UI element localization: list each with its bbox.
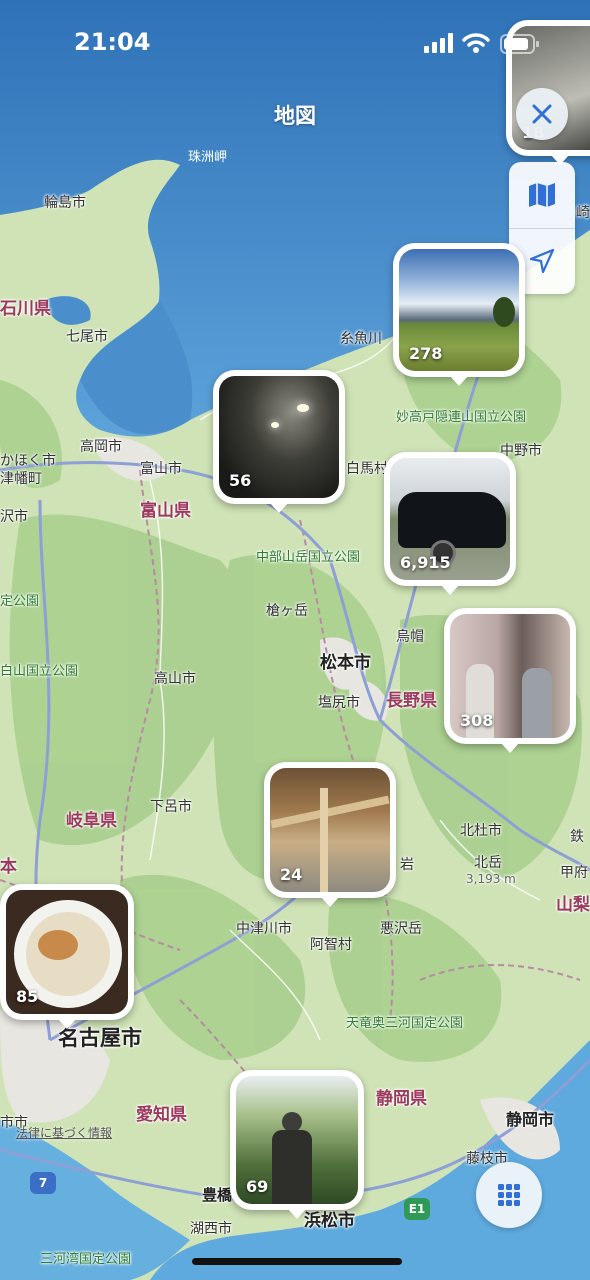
label-karasu: 烏帽	[396, 629, 424, 645]
label-achi: 阿智村	[310, 937, 352, 953]
label-kahoku: かほく市	[0, 453, 56, 469]
label-park-left: 定公園	[0, 594, 40, 609]
legal-info-link[interactable]: 法律に基づく情報	[16, 1124, 112, 1141]
label-hakuba: 白馬村	[346, 461, 388, 477]
photo-count: 85	[16, 987, 39, 1006]
label-matsumoto: 松本市	[320, 653, 371, 673]
label-aichi-pref: 愛知県	[136, 1105, 187, 1125]
label-kitadake-elev: 3,193 m	[466, 872, 516, 886]
photo-pin-24[interactable]: 24	[264, 762, 396, 907]
photo-pin-85[interactable]: 85	[0, 884, 134, 1029]
label-gifu-pref: 岐阜県	[66, 811, 117, 831]
label-ishikawa: 石川県	[0, 299, 51, 319]
label-saki: 崎	[576, 205, 590, 221]
label-hakusan-park: 白山国立公園	[0, 664, 79, 679]
page-title: 地図	[274, 104, 316, 128]
label-tsubata: 津幡町	[0, 471, 42, 487]
label-kyo: 鉄	[570, 829, 584, 845]
label-yarigatake: 槍ヶ岳	[266, 603, 308, 619]
location-arrow-icon	[529, 248, 555, 274]
home-indicator[interactable]	[192, 1258, 402, 1265]
photo-count: 6,915	[400, 553, 451, 572]
grid-view-button[interactable]	[476, 1162, 542, 1228]
photo-pin-6915[interactable]: 6,915	[384, 452, 516, 595]
photo-count: 69	[246, 1177, 269, 1196]
map-type-button[interactable]	[509, 162, 575, 228]
label-yamanashi: 山梨	[556, 895, 590, 915]
battery-icon	[500, 34, 539, 54]
cellular-signal-icon	[424, 33, 453, 53]
label-myoko-park: 妙高戸隠連山国立公園	[396, 410, 527, 425]
label-toyama-pref: 富山県	[140, 501, 191, 521]
label-wajima: 輪島市	[44, 195, 86, 211]
label-takaoka: 高岡市	[80, 439, 122, 455]
e1-shield: E1	[404, 1198, 430, 1220]
label-nanao: 七尾市	[66, 329, 108, 345]
photo-count: 56	[229, 471, 252, 490]
label-tenryu-park: 天竜奥三河国定公園	[346, 1016, 464, 1031]
label-hokuto: 北杜市	[460, 823, 502, 839]
label-warusawa: 悪沢岳	[380, 921, 422, 937]
label-shizuoka-pref: 静岡県	[376, 1089, 427, 1109]
photo-count: 24	[280, 865, 303, 884]
label-nagano-pref: 長野県	[386, 691, 437, 711]
photo-pin-56[interactable]: 56	[213, 370, 345, 513]
status-bar: 21:04	[0, 0, 590, 88]
close-button[interactable]	[516, 88, 568, 140]
label-kosai: 湖西市	[190, 1221, 232, 1237]
map-icon	[529, 183, 555, 207]
label-iwa: 岩	[400, 857, 414, 873]
label-gero: 下呂市	[150, 799, 192, 815]
label-toyama: 富山市	[140, 461, 182, 477]
label-ken-left: 本	[0, 857, 17, 877]
label-shizuoka: 静岡市	[506, 1110, 555, 1129]
label-kanazawa: 沢市	[0, 509, 28, 525]
label-toyohashi: 豊橋	[202, 1186, 233, 1204]
label-chubu-park: 中部山岳国立公園	[256, 550, 361, 565]
label-shiojiri: 塩尻市	[318, 695, 360, 711]
wifi-icon	[462, 33, 490, 53]
photo-pin-278[interactable]: 278	[393, 243, 525, 386]
close-icon	[532, 104, 552, 124]
route-7-shield: 7	[30, 1172, 56, 1194]
photo-count: 278	[409, 344, 443, 363]
photo-pin-308[interactable]: 308	[444, 608, 576, 753]
label-kofu: 甲府	[560, 865, 588, 881]
label-takayama: 高山市	[154, 671, 196, 687]
label-itoigawa: 糸魚川	[340, 331, 382, 347]
label-kitadake: 北岳	[474, 855, 502, 871]
grid-icon	[498, 1184, 520, 1206]
status-time: 21:04	[74, 28, 151, 56]
label-nakatsugawa: 中津川市	[236, 921, 292, 937]
label-suzumisaki: 珠洲岬	[188, 150, 228, 165]
label-mikawa-park: 三河湾国定公園	[40, 1252, 132, 1267]
photo-pin-69[interactable]: 69	[230, 1070, 364, 1219]
photo-count: 308	[460, 711, 494, 730]
